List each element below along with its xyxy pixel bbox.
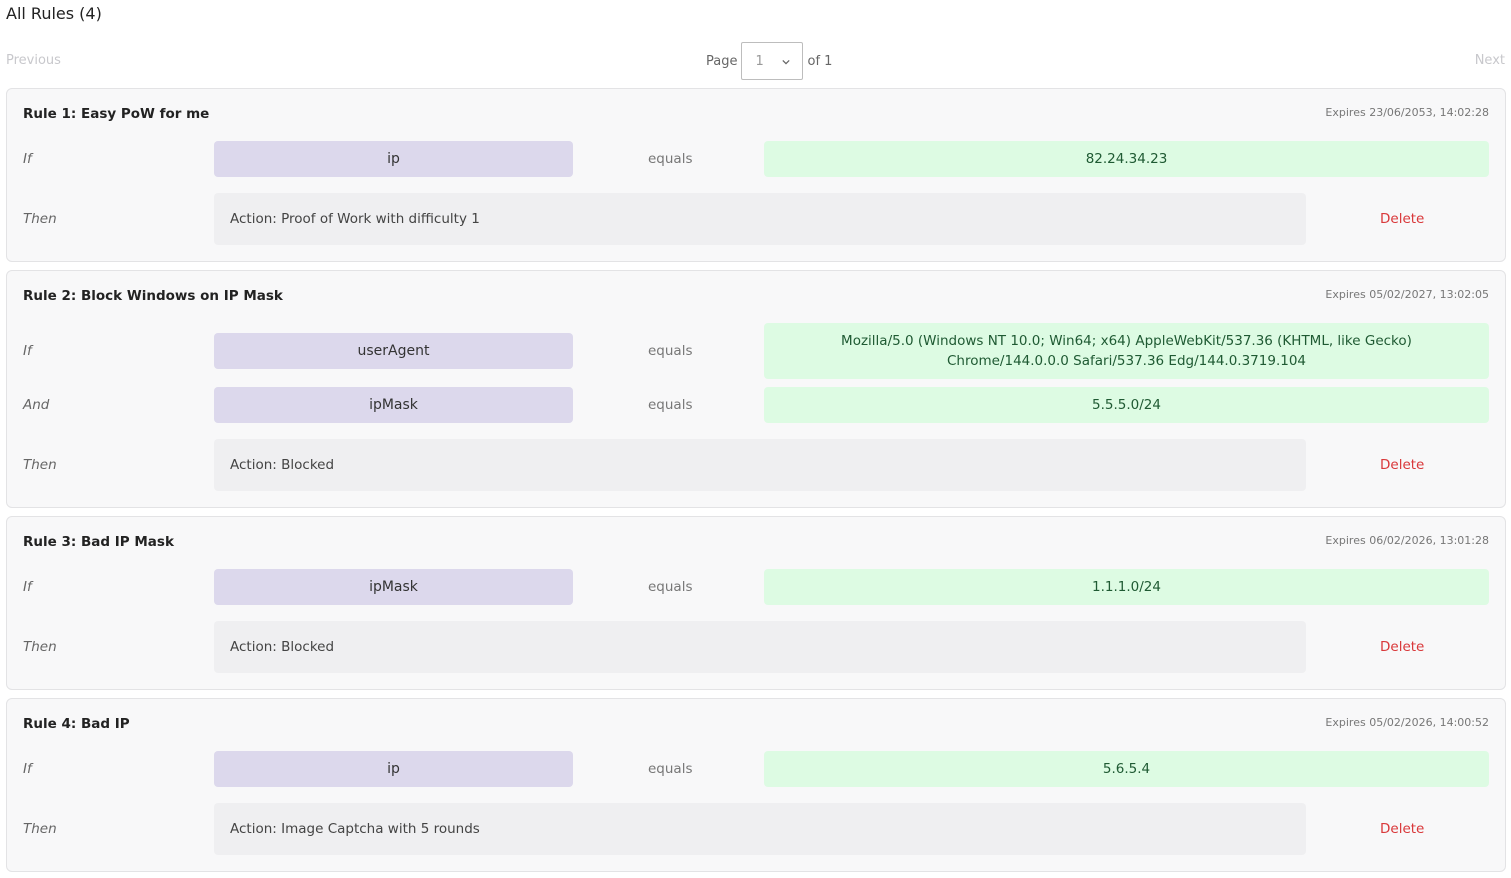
page-title: All Rules (4) xyxy=(6,4,102,23)
condition-key: ipMask xyxy=(214,569,573,605)
rule-action: Action: Blocked xyxy=(214,439,1306,491)
condition-value: 5.6.5.4 xyxy=(764,751,1489,787)
rule-card: Rule 2: Block Windows on IP Mask Expires… xyxy=(6,270,1506,508)
then-label: Then xyxy=(23,821,57,837)
rule-title: Rule 4: Bad IP xyxy=(23,716,130,732)
if-label: If xyxy=(23,579,32,595)
next-page-button[interactable]: Next xyxy=(1475,53,1505,68)
condition-value: Mozilla/5.0 (Windows NT 10.0; Win64; x64… xyxy=(764,323,1489,379)
rule-action: Action: Proof of Work with difficulty 1 xyxy=(214,193,1306,245)
condition-operator: equals xyxy=(648,579,693,595)
rule-card: Rule 4: Bad IP Expires 05/02/2026, 14:00… xyxy=(6,698,1506,872)
delete-rule-button[interactable]: Delete xyxy=(1380,821,1424,837)
chevron-down-icon xyxy=(782,59,791,65)
rule-expiry: Expires 06/02/2026, 13:01:28 xyxy=(1325,534,1489,547)
if-label: If xyxy=(23,761,32,777)
rules-page: All Rules (4) Previous Page 1 of 1 Next … xyxy=(0,0,1511,878)
page-label: Page xyxy=(706,53,738,69)
rule-expiry: Expires 05/02/2026, 14:00:52 xyxy=(1325,716,1489,729)
condition-operator: equals xyxy=(648,761,693,777)
delete-rule-button[interactable]: Delete xyxy=(1380,639,1424,655)
rule-expiry: Expires 05/02/2027, 13:02:05 xyxy=(1325,288,1489,301)
condition-value: 82.24.34.23 xyxy=(764,141,1489,177)
delete-rule-button[interactable]: Delete xyxy=(1380,211,1424,227)
rule-expiry: Expires 23/06/2053, 14:02:28 xyxy=(1325,106,1489,119)
rule-title: Rule 3: Bad IP Mask xyxy=(23,534,174,550)
if-label: If xyxy=(23,151,32,167)
page-select[interactable]: 1 xyxy=(741,42,804,80)
condition-operator: equals xyxy=(648,397,693,413)
rule-title: Rule 2: Block Windows on IP Mask xyxy=(23,288,283,304)
previous-page-button[interactable]: Previous xyxy=(6,53,61,68)
rule-action: Action: Image Captcha with 5 rounds xyxy=(214,803,1306,855)
page-selector-group: Page 1 of 1 xyxy=(706,42,832,80)
rule-title: Rule 1: Easy PoW for me xyxy=(23,106,210,122)
rule-card: Rule 1: Easy PoW for me Expires 23/06/20… xyxy=(6,88,1506,262)
delete-rule-button[interactable]: Delete xyxy=(1380,457,1424,473)
pagination: Previous Page 1 of 1 Next xyxy=(0,42,1511,80)
page-total-label: of 1 xyxy=(807,53,833,69)
condition-value: 1.1.1.0/24 xyxy=(764,569,1489,605)
condition-operator: equals xyxy=(648,151,693,167)
condition-value: 5.5.5.0/24 xyxy=(764,387,1489,423)
then-label: Then xyxy=(23,457,57,473)
then-label: Then xyxy=(23,639,57,655)
if-label: If xyxy=(23,343,32,359)
condition-key: ip xyxy=(214,751,573,787)
and-label: And xyxy=(23,397,50,413)
rule-card: Rule 3: Bad IP Mask Expires 06/02/2026, … xyxy=(6,516,1506,690)
then-label: Then xyxy=(23,211,57,227)
condition-operator: equals xyxy=(648,343,693,359)
condition-key: userAgent xyxy=(214,333,573,369)
rule-action: Action: Blocked xyxy=(214,621,1306,673)
condition-key: ip xyxy=(214,141,573,177)
condition-key: ipMask xyxy=(214,387,573,423)
page-select-value: 1 xyxy=(755,54,764,69)
